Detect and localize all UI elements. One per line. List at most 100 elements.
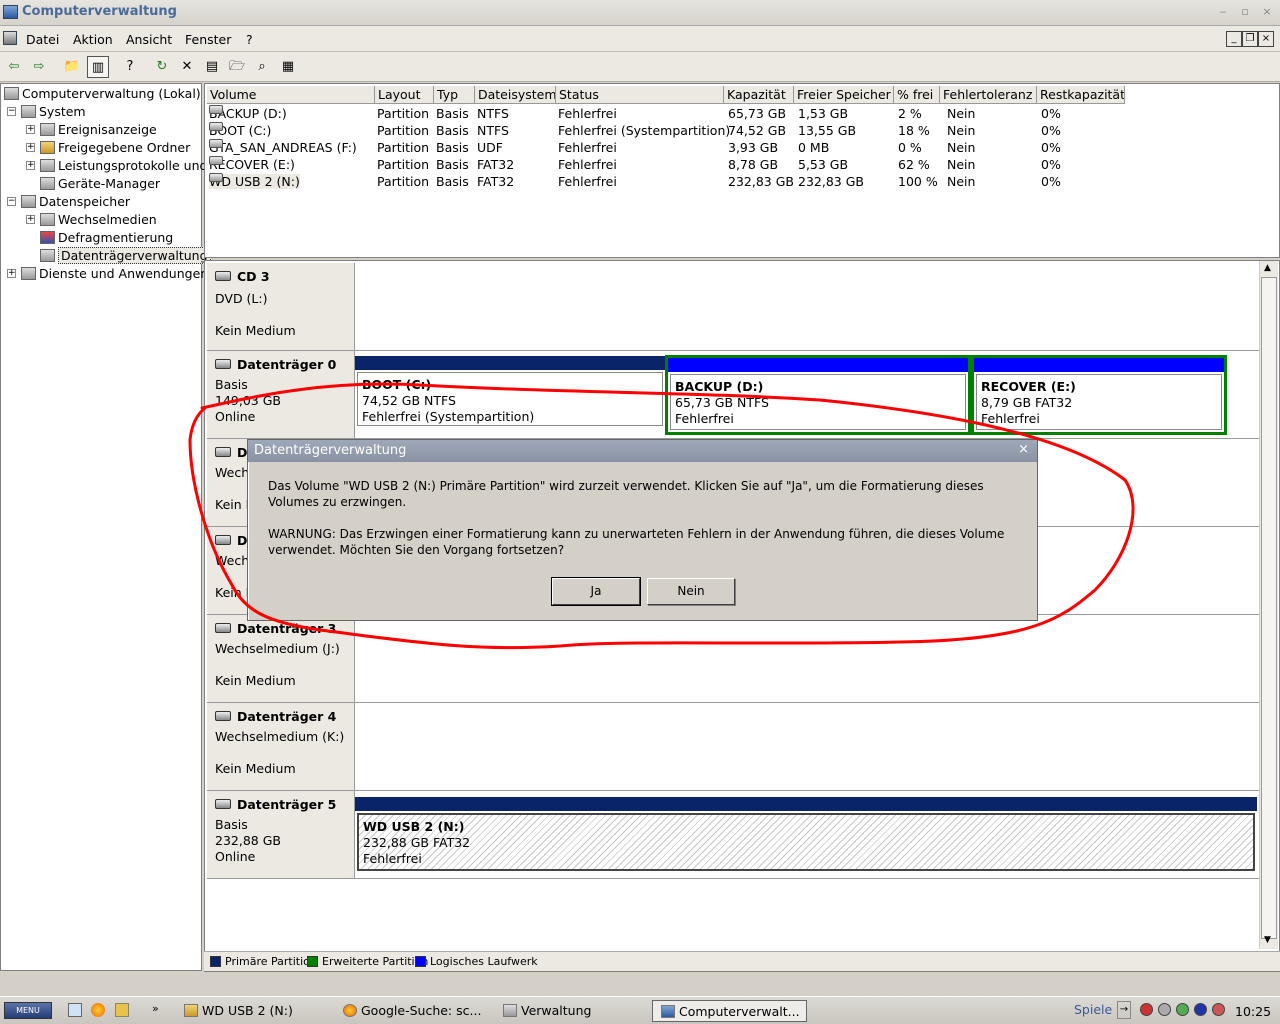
expand-toggle[interactable]: + xyxy=(26,215,35,224)
cell-volume: BACKUP (D:) xyxy=(209,105,287,122)
dialog-message: Das Volume "WD USB 2 (N:) Primäre Partit… xyxy=(268,479,984,509)
column-header-prozent-frei[interactable]: % frei xyxy=(894,86,940,104)
column-header-fehlertoleranz[interactable]: Fehlertoleranz xyxy=(940,86,1037,104)
tray-app-icon[interactable] xyxy=(1140,1003,1153,1016)
mdi-close-button[interactable]: × xyxy=(1258,31,1274,47)
up-folder-icon[interactable]: 📁 xyxy=(61,56,83,78)
tray-app-icon[interactable] xyxy=(1158,1003,1171,1016)
column-header-freier-speicher[interactable]: Freier Speicher xyxy=(794,86,894,104)
scroll-down-arrow-icon[interactable]: ▼ xyxy=(1264,935,1271,945)
column-header-kapazitaet[interactable]: Kapazität xyxy=(724,86,794,104)
task-verwaltung[interactable]: Verwaltung xyxy=(503,1000,591,1022)
mdi-restore-button[interactable]: ❐ xyxy=(1242,31,1258,47)
close-button[interactable]: × xyxy=(1258,4,1276,20)
column-header-status[interactable]: Status xyxy=(556,86,724,104)
hard-disk-icon xyxy=(215,799,231,809)
disk-label-datentraeger-3[interactable]: Datenträger 3 Wechselmedium (J:) Kein Me… xyxy=(207,615,355,703)
scrollbar-thumb[interactable] xyxy=(1261,277,1277,939)
cell-fehlertoleranz: Nein xyxy=(947,174,976,189)
column-header-volume[interactable]: Volume xyxy=(207,86,375,104)
disk-type: Basis xyxy=(215,817,248,832)
tree-node-geraete-manager[interactable]: Geräte-Manager xyxy=(40,175,160,193)
disk-label-datentraeger-5[interactable]: Datenträger 5 Basis 232,88 GB Online xyxy=(207,791,355,879)
window-title: Computerverwaltung xyxy=(22,4,177,19)
tree-node-datentraegerverwaltung[interactable]: Datenträgerverwaltung xyxy=(40,247,211,265)
partition-recover[interactable]: RECOVER (E:) 8,79 GB FAT32 Fehlerfrei xyxy=(971,355,1227,435)
tree-node-freigegebene-ordner[interactable]: Freigegebene Ordner xyxy=(40,139,190,157)
task-google-suche[interactable]: Google-Suche: sc... xyxy=(343,1000,481,1022)
tree-node-leistungsprotokolle[interactable]: Leistungsprotokolle und xyxy=(40,157,207,175)
quicklaunch-icon[interactable] xyxy=(115,1003,129,1017)
partition-boot[interactable]: BOOT (C:) 74,52 GB NTFS Fehlerfrei (Syst… xyxy=(355,356,665,428)
maximize-button[interactable]: ▫ xyxy=(1236,4,1254,20)
table-row[interactable]: GTA_SAN_ANDREAS (F:) Partition Basis UDF Feh… xyxy=(205,139,1275,156)
tree-node-root[interactable]: Computerverwaltung (Lokal) xyxy=(4,85,201,103)
forward-arrow-icon[interactable]: ⇨ xyxy=(28,56,50,78)
quicklaunch-expand-icon[interactable]: » xyxy=(152,1002,159,1015)
show-hide-tree-icon[interactable]: ▥ xyxy=(87,56,109,78)
tray-spiele-label[interactable]: Spiele xyxy=(1074,1002,1112,1017)
menu-fenster[interactable]: Fenster xyxy=(185,32,231,47)
yes-button[interactable]: Ja xyxy=(551,577,641,606)
refresh-icon[interactable]: ↻ xyxy=(151,56,173,78)
firefox-icon[interactable] xyxy=(91,1003,105,1017)
disk-area-datentraeger-3[interactable] xyxy=(355,615,1260,703)
menu-aktion[interactable]: Aktion xyxy=(73,32,113,47)
open-folder-icon[interactable]: 🗁 xyxy=(226,56,248,78)
tree-node-system[interactable]: System xyxy=(21,103,86,121)
back-arrow-icon[interactable]: ⇦ xyxy=(3,56,25,78)
collapse-toggle[interactable]: − xyxy=(7,107,16,116)
no-button[interactable]: Nein xyxy=(647,578,735,605)
properties-icon[interactable]: ▤ xyxy=(201,56,223,78)
table-row[interactable]: BACKUP (D:) Partition Basis NTFS Fehlerfrei 6… xyxy=(205,105,1275,122)
start-button[interactable]: MENU xyxy=(4,1002,52,1019)
tree-node-defragmentierung[interactable]: Defragmentierung xyxy=(40,229,173,247)
tree-node-wechselmedien[interactable]: Wechselmedien xyxy=(40,211,157,229)
tray-network-icon[interactable] xyxy=(1176,1003,1189,1016)
table-row[interactable]: WD USB 2 (N:) Partition Basis FAT32 Fehlerfr… xyxy=(205,173,1275,190)
delete-icon[interactable]: ✕ xyxy=(176,56,198,78)
task-computerverwaltung[interactable]: Computerverwalt... xyxy=(652,1000,807,1022)
table-row[interactable]: BOOT (C:) Partition Basis NTFS Fehlerfrei (S… xyxy=(205,122,1275,139)
tree-node-datenspeicher[interactable]: Datenspeicher xyxy=(21,193,130,211)
tray-app-icon[interactable] xyxy=(1194,1003,1207,1016)
search-icon[interactable]: ⌕ xyxy=(251,56,273,78)
expand-toggle[interactable]: + xyxy=(26,125,35,134)
column-header-restkapazitaet[interactable]: Restkapazität xyxy=(1037,86,1125,104)
minimize-button[interactable]: ‒ xyxy=(1214,4,1232,20)
column-header-layout[interactable]: Layout xyxy=(375,86,434,104)
tray-expand-icon[interactable]: → xyxy=(1117,1001,1131,1019)
settings-icon[interactable]: ▦ xyxy=(277,56,299,78)
help-icon[interactable]: ? xyxy=(119,56,141,78)
show-desktop-icon[interactable] xyxy=(68,1003,82,1017)
tray-app-icon[interactable] xyxy=(1212,1003,1225,1016)
scroll-up-arrow-icon[interactable]: ▲ xyxy=(1264,263,1271,273)
disk-area-datentraeger-4[interactable] xyxy=(355,703,1260,791)
disk-label-datentraeger-0[interactable]: Datenträger 0 Basis 149,03 GB Online xyxy=(207,351,355,439)
disk-area-cd3[interactable] xyxy=(355,263,1260,351)
disk-label-cd3[interactable]: CD 3 DVD (L:) Kein Medium xyxy=(207,263,355,351)
dialog-close-button[interactable]: × xyxy=(1018,442,1029,457)
task-label: WD USB 2 (N:) xyxy=(202,1003,293,1018)
column-header-dateisystem[interactable]: Dateisystem xyxy=(475,86,556,104)
disk-view-vertical-scrollbar[interactable]: ▲ ▼ xyxy=(1259,261,1278,949)
system-menu-icon[interactable] xyxy=(3,31,17,45)
menu-help[interactable]: ? xyxy=(246,32,253,47)
tree-node-ereignisanzeige[interactable]: Ereignisanzeige xyxy=(40,121,157,139)
menu-ansicht[interactable]: Ansicht xyxy=(126,32,172,47)
collapse-toggle[interactable]: − xyxy=(7,197,16,206)
expand-toggle[interactable]: + xyxy=(7,269,16,278)
column-header-typ[interactable]: Typ xyxy=(434,86,475,104)
table-row[interactable]: RECOVER (E:) Partition Basis FAT32 Fehlerfre… xyxy=(205,156,1275,173)
expand-toggle[interactable]: + xyxy=(26,161,35,170)
disk-label-datentraeger-4[interactable]: Datenträger 4 Wechselmedium (K:) Kein Me… xyxy=(207,703,355,791)
partition-legend: Primäre Partition Erweiterte Partition L… xyxy=(204,951,1280,971)
mdi-minimize-button[interactable]: _ xyxy=(1226,31,1242,47)
tree-node-dienste[interactable]: Dienste und Anwendungen xyxy=(21,265,208,283)
expand-toggle[interactable]: + xyxy=(26,143,35,152)
task-label: Verwaltung xyxy=(521,1003,592,1018)
menu-datei[interactable]: Datei xyxy=(26,32,59,47)
partition-backup[interactable]: BACKUP (D:) 65,73 GB NTFS Fehlerfrei xyxy=(665,355,971,435)
task-wd-usb-2[interactable]: WD USB 2 (N:) xyxy=(184,1000,293,1022)
partition-wd-usb-2[interactable]: WD USB 2 (N:) 232,88 GB FAT32 Fehlerfrei xyxy=(355,797,1257,873)
